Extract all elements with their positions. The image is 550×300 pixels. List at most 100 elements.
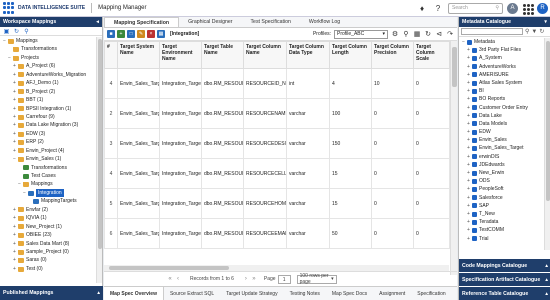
table-cell[interactable]: 0 [413,158,450,189]
table-cell[interactable]: 10 [371,68,414,99]
tree-node[interactable]: − Projects [0,54,96,62]
prev-page-icon[interactable]: ‹ [174,276,182,282]
expand-toggle-icon[interactable]: − [22,189,27,197]
catalogue-node[interactable]: + PeopleSoft [459,185,545,193]
catalogue-node[interactable]: + ODS [459,177,545,185]
bottom-tab-specification[interactable]: Specification [411,287,451,300]
expand-toggle-icon[interactable]: + [466,87,471,95]
table-cell[interactable]: 5 [104,188,118,219]
tree-node[interactable]: + Sales Data Mart (8) [0,240,96,248]
catalogue-node[interactable]: + Teradata [459,218,545,226]
catalogue-node[interactable]: + Data Models [459,120,545,128]
catalogue-node[interactable]: + Salesforce [459,194,545,202]
tree-node[interactable]: + OBIEE (23) [0,231,96,239]
catalogue-node[interactable]: + AdventureWorks [459,63,545,71]
expand-toggle-icon[interactable]: + [12,231,17,239]
tab-workflow-log[interactable]: Workflow Log [300,17,349,27]
expand-toggle-icon[interactable]: + [466,210,471,218]
page-number-input[interactable]: 1 [277,274,291,284]
expand-toggle-icon[interactable]: + [466,136,471,144]
table-cell[interactable]: Integration_Targe [159,218,202,249]
expand-toggle-icon[interactable]: + [12,105,17,113]
expand-toggle-icon[interactable]: − [12,155,17,163]
expand-toggle-icon[interactable]: + [12,130,17,138]
table-cell[interactable]: dbo.RM_RESOURC [201,218,244,249]
catalogue-search-input[interactable] [461,28,523,35]
catalogue-node[interactable]: + T_New [459,210,545,218]
expand-toggle-icon[interactable]: + [12,240,17,248]
table-cell[interactable]: varchar [286,128,330,159]
catalogue-node[interactable]: + Atlas Sales System [459,79,545,87]
search-tree-icon[interactable]: ⚲ [23,28,30,35]
table-cell[interactable]: 4 [329,68,372,99]
tree-node[interactable]: Transformations [0,45,96,53]
catalogue-node[interactable]: + New_Erwin [459,169,545,177]
next-page-icon[interactable]: › [242,276,250,282]
table-cell[interactable]: 50 [329,218,372,249]
tree-node[interactable]: MappingTargets [0,197,96,205]
delete-icon[interactable]: × [147,30,155,38]
tree-node[interactable]: + Saras (0) [0,256,96,264]
tab-test-specification[interactable]: Test Specification [241,17,299,27]
table-cell[interactable]: 0 [413,218,450,249]
bottom-tab-target-update-strategy[interactable]: Target Update Strategy [220,287,283,300]
code-mappings-catalogue-header[interactable]: Code Mappings Catalogue ▴ [459,258,550,272]
table-cell[interactable]: Integration_Targe [159,68,202,99]
copy-icon[interactable]: □ [127,30,135,38]
table-cell[interactable]: RESOURCEEMAIL_ [243,218,287,249]
table-cell[interactable]: varchar [286,188,330,219]
user-avatar[interactable]: R [537,2,548,14]
export-icon[interactable]: ↷ [446,30,454,38]
collapse-icon[interactable]: ▾ [544,19,547,25]
table-cell[interactable]: Integration_Targe [159,188,202,219]
expand-toggle-icon[interactable]: + [466,104,471,112]
profile-select[interactable]: Profile_ABC ▾ [334,29,388,39]
tab-mapping-specification[interactable]: Mapping Specification [104,17,180,27]
published-mappings-header[interactable]: Published Mappings ▴ [0,286,103,300]
grid-icon[interactable]: ▦ [157,30,165,38]
expand-icon[interactable]: ▴ [545,277,548,283]
table-cell[interactable]: varchar [286,98,330,129]
bottom-tab-assignment[interactable]: Assignment [373,287,411,300]
table-cell[interactable]: dbo.RM_RESOURC [201,68,244,99]
search-icon[interactable]: ⚲ [402,30,410,38]
tree-scrollbar[interactable] [96,37,102,283]
expand-toggle-icon[interactable]: + [12,265,17,273]
settings-gear-icon[interactable]: ⚙ [391,30,399,38]
filter-icon[interactable]: ▼ [531,29,537,35]
expand-icon[interactable]: ▴ [545,263,548,269]
tree-node[interactable]: + New_Project (1) [0,223,96,231]
tree-node[interactable]: + AFJ_Demo (1) [0,79,96,87]
tree-node[interactable]: + ERP (2) [0,138,96,146]
expand-toggle-icon[interactable]: + [466,153,471,161]
search-input[interactable]: Search ⚲ [448,2,503,14]
collapse-icon[interactable]: ◂ [96,19,99,25]
table-cell[interactable]: 0 [413,68,450,99]
tree-node[interactable]: − Mappings [0,180,96,188]
catalogue-node[interactable]: + A_System [459,54,545,62]
table-cell[interactable]: Integration_Targe [159,158,202,189]
avatar[interactable]: A [507,2,518,14]
edit-icon[interactable]: ✎ [137,30,145,38]
tree-node[interactable]: + EDW (3) [0,130,96,138]
expand-toggle-icon[interactable]: − [7,54,12,62]
columns-icon[interactable]: ▦ [413,30,421,38]
expand-toggle-icon[interactable]: + [466,144,471,152]
catalogue-scrollbar[interactable] [544,38,550,250]
table-cell[interactable]: 0 [371,98,414,129]
expand-toggle-icon[interactable]: + [12,71,17,79]
table-cell[interactable]: varchar [286,218,330,249]
expand-icon[interactable]: ▴ [545,291,548,297]
catalogue-node[interactable]: + EDW [459,128,545,136]
table-cell[interactable]: int [286,68,330,99]
tree-node[interactable]: + BBT (1) [0,96,96,104]
expand-toggle-icon[interactable]: + [466,120,471,128]
tree-node[interactable]: + BPSII Integration (1) [0,105,96,113]
expand-toggle-icon[interactable]: + [466,54,471,62]
table-cell[interactable]: 6 [104,218,118,249]
tree-node[interactable]: + IQVIA (1) [0,214,96,222]
column-header[interactable]: Target System Name [117,41,160,69]
first-page-icon[interactable]: « [166,276,174,282]
save-icon[interactable]: ■ [107,30,115,38]
expand-toggle-icon[interactable]: + [12,96,17,104]
